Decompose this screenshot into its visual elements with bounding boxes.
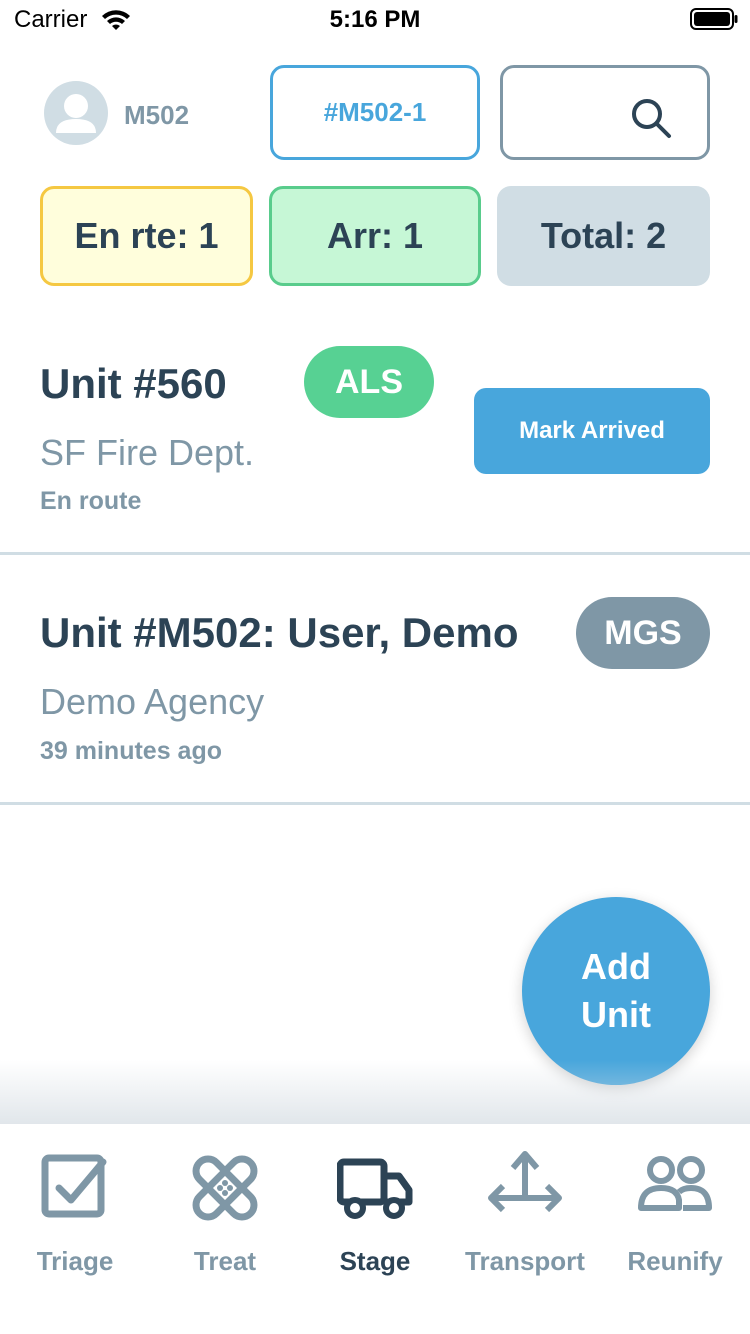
tab-triage[interactable]: Triage (0, 1124, 150, 1334)
arrows-icon (488, 1151, 562, 1213)
enroute-count-chip[interactable]: En rte: 1 (40, 186, 253, 286)
avatar[interactable] (44, 81, 108, 145)
status-bar: Carrier 5:16 PM (0, 0, 750, 40)
search-input[interactable] (500, 65, 710, 160)
unit-row[interactable]: Unit #M502: User, Demo MGS Demo Agency 3… (0, 555, 750, 805)
tab-label: Treat (193, 1246, 257, 1276)
add-unit-label-line2: Unit (581, 994, 651, 1035)
tab-label: Triage (36, 1246, 114, 1276)
add-unit-label-line1: Add (581, 946, 651, 987)
people-icon (638, 1156, 712, 1211)
tab-label: Stage (339, 1246, 411, 1276)
tab-treat[interactable]: Treat (150, 1124, 300, 1334)
unit-type-badge: ALS (304, 346, 434, 418)
unit-status: 39 minutes ago (40, 737, 222, 765)
total-count-chip[interactable]: Total: 2 (497, 186, 710, 286)
unit-status: En route (40, 487, 142, 515)
user-icon (46, 83, 106, 143)
add-unit-button[interactable]: Add Unit (522, 897, 710, 1085)
arrived-count-chip[interactable]: Arr: 1 (269, 186, 481, 286)
tab-label: Transport (465, 1246, 585, 1276)
truck-icon (337, 1158, 413, 1219)
incident-button[interactable]: #M502-1 (270, 65, 480, 160)
unit-title: Unit #M502: User, Demo (40, 609, 519, 656)
tab-bar-shadow (0, 1060, 750, 1124)
tab-reunify[interactable]: Reunify (600, 1124, 750, 1334)
tab-label: Reunify (627, 1246, 723, 1276)
unit-agency: Demo Agency (40, 681, 265, 722)
checkbox-icon (41, 1154, 107, 1218)
user-id-label: M502 (124, 100, 190, 130)
battery-icon (690, 8, 738, 30)
unit-type-badge: MGS (576, 597, 710, 669)
status-time: 5:16 PM (329, 6, 421, 33)
mark-arrived-button[interactable]: Mark Arrived (474, 388, 710, 474)
search-icon (632, 99, 671, 138)
unit-agency: SF Fire Dept. (40, 432, 255, 473)
bandage-icon (192, 1155, 258, 1221)
tab-bar: Triage Treat Stage Transport Reunify (0, 1124, 750, 1334)
tab-stage[interactable]: Stage (300, 1124, 450, 1334)
unit-title: Unit #560 (40, 360, 227, 407)
unit-row[interactable]: Unit #560 ALS SF Fire Dept. En route Mar… (0, 318, 750, 555)
tab-transport[interactable]: Transport (450, 1124, 600, 1334)
